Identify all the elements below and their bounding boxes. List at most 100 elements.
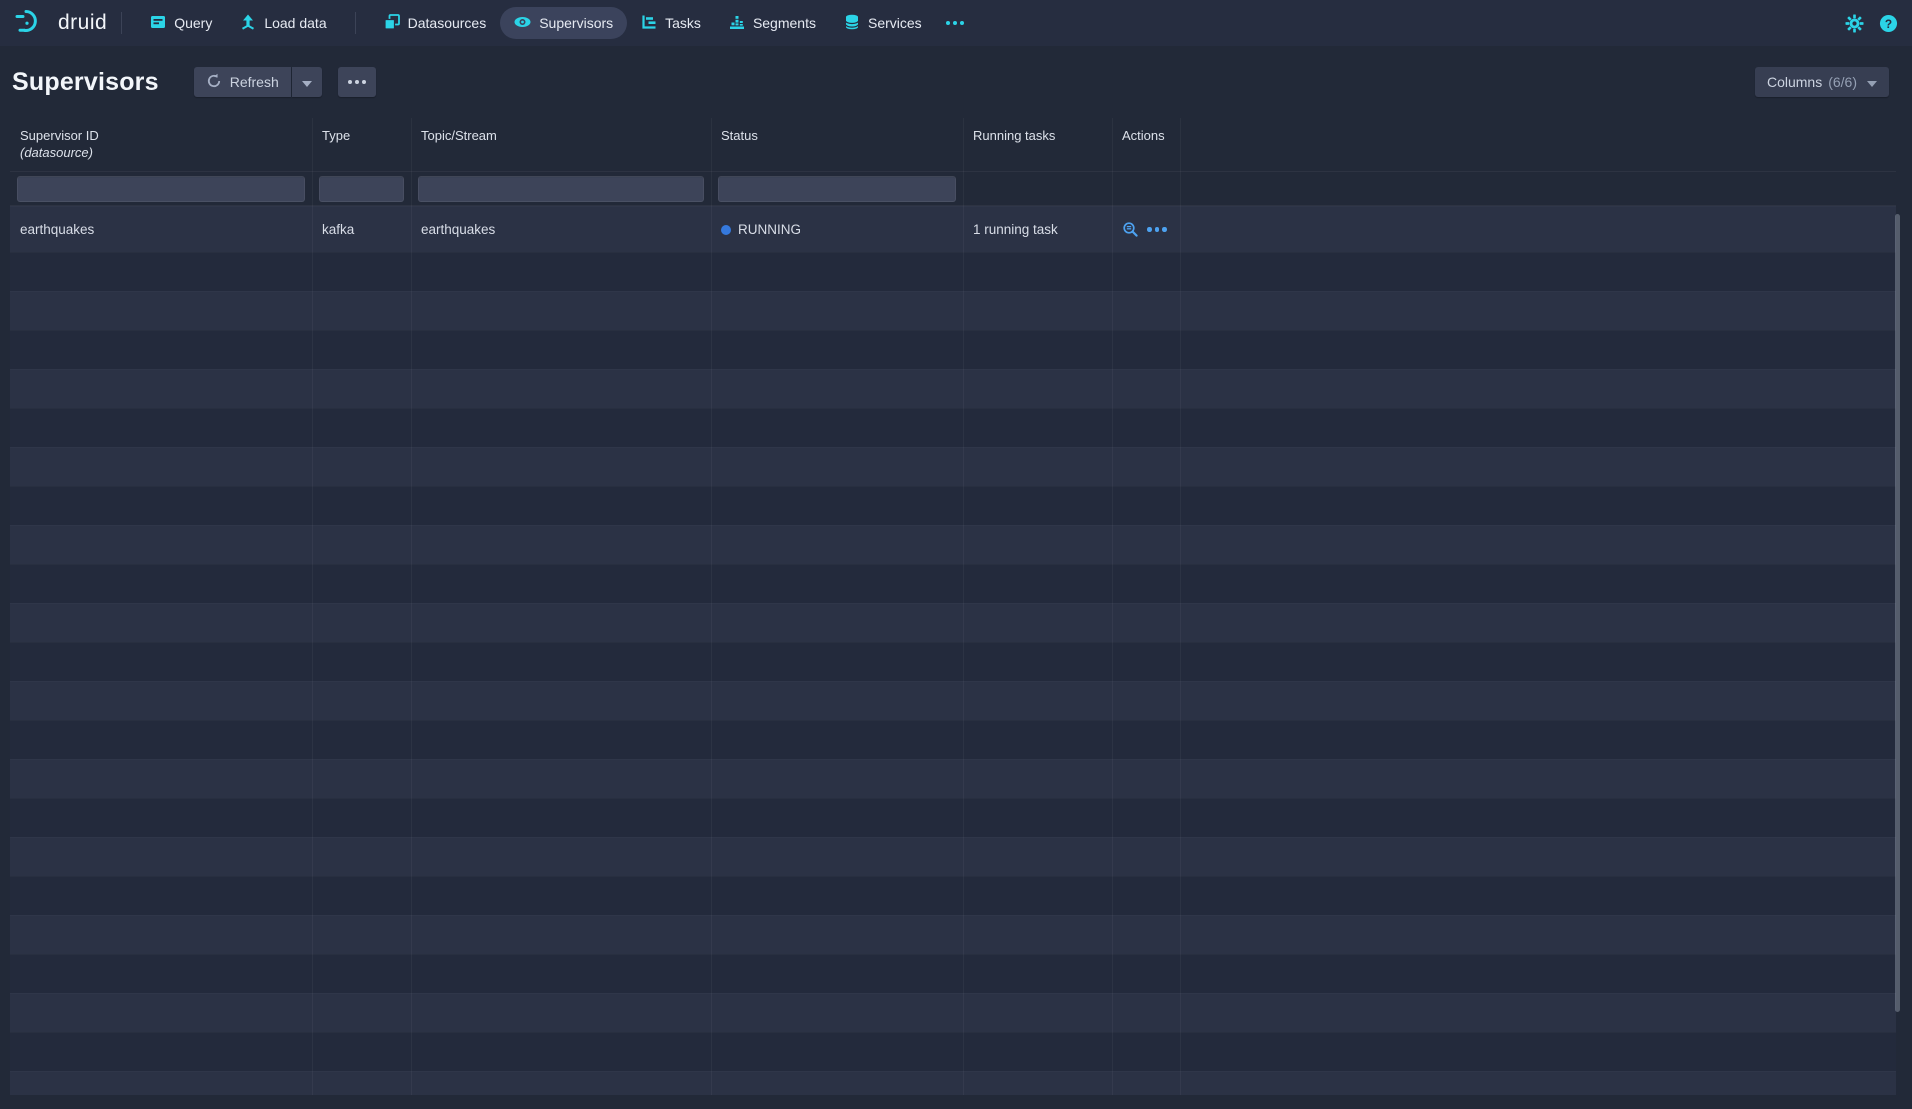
filter-topic-stream-input[interactable] bbox=[418, 176, 704, 202]
druid-logo-text: druid bbox=[58, 11, 107, 35]
supervisors-eye-icon bbox=[514, 14, 531, 33]
page-more-actions-button[interactable] bbox=[338, 67, 376, 97]
filter-status-input[interactable] bbox=[718, 176, 956, 202]
table-row-empty bbox=[10, 954, 1896, 993]
refresh-split-button: Refresh bbox=[194, 67, 322, 97]
navbar-divider bbox=[355, 12, 356, 34]
more-icon bbox=[348, 80, 366, 84]
inspect-supervisor-button[interactable] bbox=[1122, 221, 1139, 238]
svg-text:?: ? bbox=[1885, 16, 1892, 30]
nav-item-label: Datasources bbox=[408, 15, 487, 31]
columns-label: Columns bbox=[1767, 74, 1822, 90]
supervisor-actions-menu-button[interactable] bbox=[1147, 227, 1167, 232]
refresh-button[interactable]: Refresh bbox=[194, 67, 291, 97]
datasources-icon bbox=[384, 14, 400, 33]
vertical-scrollbar[interactable] bbox=[1895, 214, 1900, 1012]
refresh-interval-dropdown-button[interactable] bbox=[292, 67, 322, 97]
page-title: Supervisors bbox=[12, 68, 159, 97]
table-row-empty bbox=[10, 720, 1896, 759]
table-row-earthquakes[interactable]: earthquakes kafka earthquakes RUNNING 1 … bbox=[10, 206, 1896, 252]
table-row-empty bbox=[10, 369, 1896, 408]
more-icon bbox=[946, 21, 964, 25]
more-icon bbox=[1147, 227, 1167, 232]
nav-item-services[interactable]: Services bbox=[830, 7, 936, 39]
nav-item-label: Tasks bbox=[665, 15, 701, 31]
table-row-empty bbox=[10, 525, 1896, 564]
segments-chart-icon bbox=[729, 14, 745, 33]
cell-supervisor-id[interactable]: earthquakes bbox=[10, 222, 312, 237]
druid-logo[interactable]: druid bbox=[14, 6, 107, 41]
nav-item-label: Segments bbox=[753, 15, 816, 31]
cell-type[interactable]: kafka bbox=[312, 222, 411, 237]
load-data-icon bbox=[240, 14, 256, 33]
column-header-subtitle: (datasource) bbox=[20, 144, 312, 161]
gear-icon bbox=[1845, 14, 1864, 33]
columns-count: (6/6) bbox=[1828, 74, 1857, 90]
column-header-topic-stream[interactable]: Topic/Stream bbox=[411, 118, 711, 171]
table-row-empty bbox=[10, 564, 1896, 603]
chevron-down-icon bbox=[302, 74, 312, 90]
column-header-actions[interactable]: Actions bbox=[1112, 118, 1180, 171]
settings-button[interactable] bbox=[1845, 14, 1864, 33]
nav-item-load-data[interactable]: Load data bbox=[226, 7, 340, 39]
table-row-empty bbox=[10, 252, 1896, 291]
help-button[interactable]: ? bbox=[1879, 14, 1898, 33]
nav-item-segments[interactable]: Segments bbox=[715, 7, 830, 39]
table-row-empty bbox=[10, 759, 1896, 798]
nav-item-datasources[interactable]: Datasources bbox=[370, 7, 501, 39]
table-row-empty bbox=[10, 486, 1896, 525]
table-body: earthquakes kafka earthquakes RUNNING 1 … bbox=[10, 206, 1896, 1095]
column-header-filler bbox=[1180, 118, 1896, 171]
nav-item-label: Load data bbox=[264, 15, 326, 31]
status-running-dot bbox=[721, 225, 731, 235]
refresh-icon bbox=[206, 73, 222, 92]
table-row-empty bbox=[10, 837, 1896, 876]
refresh-label: Refresh bbox=[230, 74, 279, 90]
navbar-more-button[interactable] bbox=[936, 7, 974, 39]
filter-type-input[interactable] bbox=[319, 176, 404, 202]
filter-supervisor-id-input[interactable] bbox=[17, 176, 305, 202]
help-icon: ? bbox=[1879, 14, 1898, 33]
nav-item-label: Query bbox=[174, 15, 212, 31]
status-label: RUNNING bbox=[738, 222, 801, 237]
nav-item-query[interactable]: Query bbox=[136, 7, 226, 39]
table-filter-row bbox=[10, 172, 1896, 206]
table-row-empty bbox=[10, 291, 1896, 330]
column-header-status[interactable]: Status bbox=[711, 118, 963, 171]
table-row-empty bbox=[10, 447, 1896, 486]
query-icon bbox=[150, 14, 166, 33]
services-database-icon bbox=[844, 14, 860, 33]
columns-dropdown-button[interactable]: Columns (6/6) bbox=[1755, 67, 1889, 97]
search-detail-icon bbox=[1122, 221, 1139, 238]
druid-console: druid Query Load data bbox=[0, 0, 1912, 1109]
table-row-empty bbox=[10, 603, 1896, 642]
nav-item-label: Supervisors bbox=[539, 15, 613, 31]
table-header-row: Supervisor ID (datasource) Type Topic/St… bbox=[10, 118, 1896, 172]
navbar: druid Query Load data bbox=[0, 0, 1912, 46]
table-row-empty bbox=[10, 330, 1896, 369]
table-row-empty bbox=[10, 876, 1896, 915]
tasks-gantt-icon bbox=[641, 14, 657, 33]
navbar-right: ? bbox=[1845, 14, 1898, 33]
cell-running-tasks[interactable]: 1 running task bbox=[963, 222, 1112, 237]
table-row-empty bbox=[10, 1032, 1896, 1071]
table-row-empty bbox=[10, 1071, 1896, 1095]
table-row-empty bbox=[10, 915, 1896, 954]
nav-item-label: Services bbox=[868, 15, 922, 31]
column-header-running-tasks[interactable]: Running tasks bbox=[963, 118, 1112, 171]
chevron-down-icon bbox=[1867, 74, 1877, 90]
nav-item-tasks[interactable]: Tasks bbox=[627, 7, 715, 39]
supervisors-table: Supervisor ID (datasource) Type Topic/St… bbox=[10, 118, 1896, 1095]
cell-actions bbox=[1112, 221, 1180, 238]
table-row-empty bbox=[10, 681, 1896, 720]
table-row-empty bbox=[10, 642, 1896, 681]
table-row-empty bbox=[10, 408, 1896, 447]
table-row-empty bbox=[10, 993, 1896, 1032]
column-header-type[interactable]: Type bbox=[312, 118, 411, 171]
column-header-supervisor-id[interactable]: Supervisor ID (datasource) bbox=[10, 118, 312, 171]
navbar-divider bbox=[121, 12, 122, 34]
druid-logo-icon bbox=[14, 6, 50, 41]
nav-item-supervisors[interactable]: Supervisors bbox=[500, 7, 627, 39]
cell-topic-stream[interactable]: earthquakes bbox=[411, 222, 711, 237]
cell-status[interactable]: RUNNING bbox=[711, 222, 963, 237]
